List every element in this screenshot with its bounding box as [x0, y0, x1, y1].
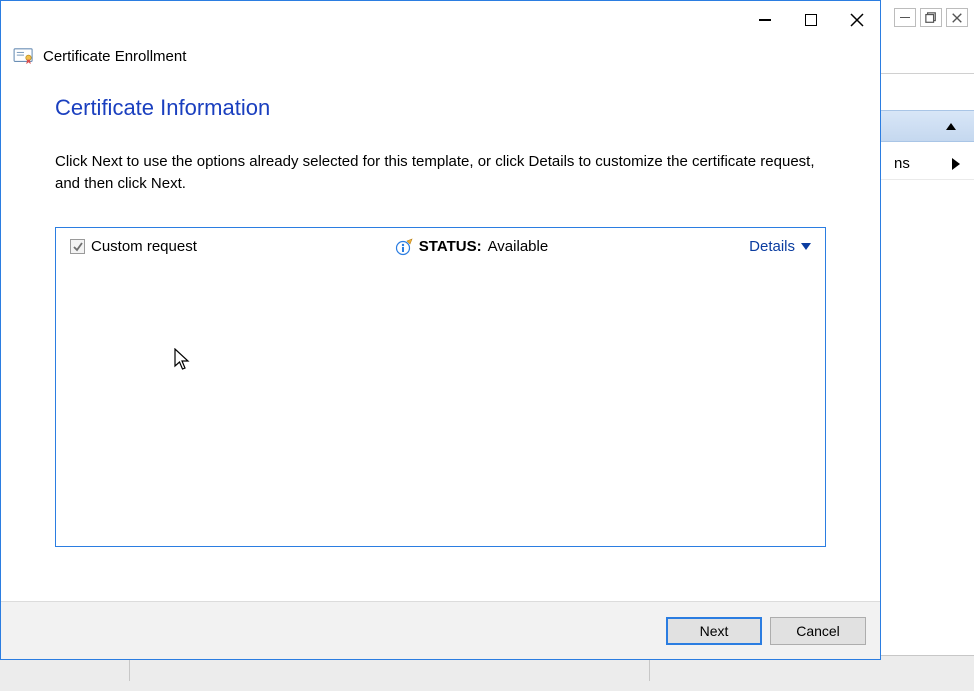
status-label: STATUS: — [419, 238, 482, 255]
cancel-button[interactable]: Cancel — [770, 617, 866, 645]
chevron-down-icon — [801, 243, 811, 250]
close-button[interactable] — [834, 5, 880, 35]
parent-minimize-button[interactable] — [894, 8, 916, 27]
template-status: STATUS: Available — [395, 238, 662, 256]
chevron-right-icon — [952, 158, 960, 170]
next-button[interactable]: Next — [666, 617, 762, 645]
info-icon — [395, 238, 413, 256]
next-button-label: Next — [700, 623, 729, 639]
details-toggle[interactable]: Details — [749, 238, 811, 255]
parent-status-bar — [0, 655, 974, 691]
maximize-button[interactable] — [788, 5, 834, 35]
parent-column-header[interactable] — [880, 110, 974, 142]
dialog-body: Certificate Information Click Next to us… — [1, 69, 880, 601]
dialog-footer: Next Cancel — [1, 601, 880, 659]
parent-actions-row[interactable]: ns — [880, 148, 974, 180]
instruction-text: Click Next to use the options already se… — [55, 151, 826, 195]
certificate-icon — [13, 47, 35, 65]
template-name: Custom request — [91, 238, 395, 255]
certificate-enrollment-dialog: Certificate Enrollment Certificate Infor… — [0, 0, 881, 660]
dialog-title: Certificate Enrollment — [43, 48, 186, 65]
dialog-header: Certificate Enrollment — [1, 37, 880, 69]
cancel-button-label: Cancel — [796, 623, 840, 639]
template-checkbox[interactable] — [70, 239, 85, 254]
parent-close-button[interactable] — [946, 8, 968, 27]
minimize-button[interactable] — [742, 5, 788, 35]
page-heading: Certificate Information — [55, 95, 826, 121]
certificate-templates-list: Custom request STATUS: Available De — [55, 227, 826, 547]
parent-truncated-label: ns — [894, 155, 910, 172]
details-label: Details — [749, 238, 795, 255]
dialog-window-controls — [742, 5, 880, 35]
collapse-up-icon — [946, 123, 956, 130]
parent-window-controls — [894, 8, 968, 27]
status-value: Available — [488, 238, 549, 255]
parent-restore-button[interactable] — [920, 8, 942, 27]
template-row: Custom request STATUS: Available De — [70, 238, 811, 256]
